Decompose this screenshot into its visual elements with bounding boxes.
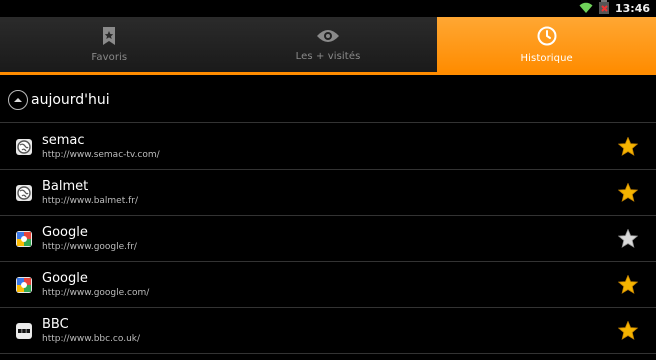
- star-icon[interactable]: [618, 137, 638, 157]
- history-item[interactable]: BBC http://www.bbc.co.uk/: [0, 308, 656, 354]
- google-icon: [16, 230, 32, 247]
- globe-icon: [16, 184, 32, 201]
- clock-icon: [537, 26, 557, 49]
- history-title: Google: [42, 270, 88, 286]
- history-url: http://www.google.fr/: [42, 241, 137, 252]
- star-icon[interactable]: [618, 183, 638, 203]
- globe-icon: [16, 138, 32, 155]
- history-list: semac http://www.semac-tv.com/ Balmet ht…: [0, 124, 656, 354]
- history-title: Google: [42, 224, 88, 240]
- section-header-today[interactable]: aujourd'hui: [0, 77, 656, 123]
- bbc-icon: [16, 322, 32, 339]
- history-url: http://www.balmet.fr/: [42, 195, 139, 206]
- tab-underline: [0, 72, 656, 75]
- tab-label: Historique: [520, 52, 573, 64]
- status-bar: 13:46: [0, 0, 656, 17]
- eye-icon: [316, 28, 340, 47]
- collapse-up-icon[interactable]: [8, 89, 28, 110]
- history-item[interactable]: Google http://www.google.com/: [0, 262, 656, 308]
- wifi-icon: [579, 0, 593, 18]
- tab-label: Les + visités: [295, 50, 361, 62]
- tab-historique[interactable]: Historique: [437, 17, 656, 72]
- battery-icon: [598, 0, 609, 18]
- tab-les-plus-visites[interactable]: Les + visités: [219, 17, 438, 72]
- history-url: http://www.bbc.co.uk/: [42, 333, 141, 344]
- star-icon[interactable]: [618, 229, 638, 249]
- star-icon[interactable]: [618, 321, 638, 341]
- star-icon[interactable]: [618, 275, 638, 295]
- history-title: BBC: [42, 316, 69, 332]
- section-title: aujourd'hui: [31, 91, 110, 108]
- tab-label: Favoris: [91, 51, 128, 63]
- clock-time: 13:46: [614, 2, 650, 15]
- tab-bar: Favoris Les + visités Historique: [0, 17, 656, 72]
- bookmark-icon: [102, 26, 116, 48]
- history-url: http://www.google.com/: [42, 287, 150, 298]
- history-item[interactable]: Google http://www.google.fr/: [0, 216, 656, 262]
- history-title: Balmet: [42, 178, 89, 194]
- google-icon: [16, 276, 32, 293]
- history-title: semac: [42, 132, 85, 148]
- history-item[interactable]: semac http://www.semac-tv.com/: [0, 124, 656, 170]
- history-item[interactable]: Balmet http://www.balmet.fr/: [0, 170, 656, 216]
- tab-favoris[interactable]: Favoris: [0, 17, 219, 72]
- history-url: http://www.semac-tv.com/: [42, 149, 160, 160]
